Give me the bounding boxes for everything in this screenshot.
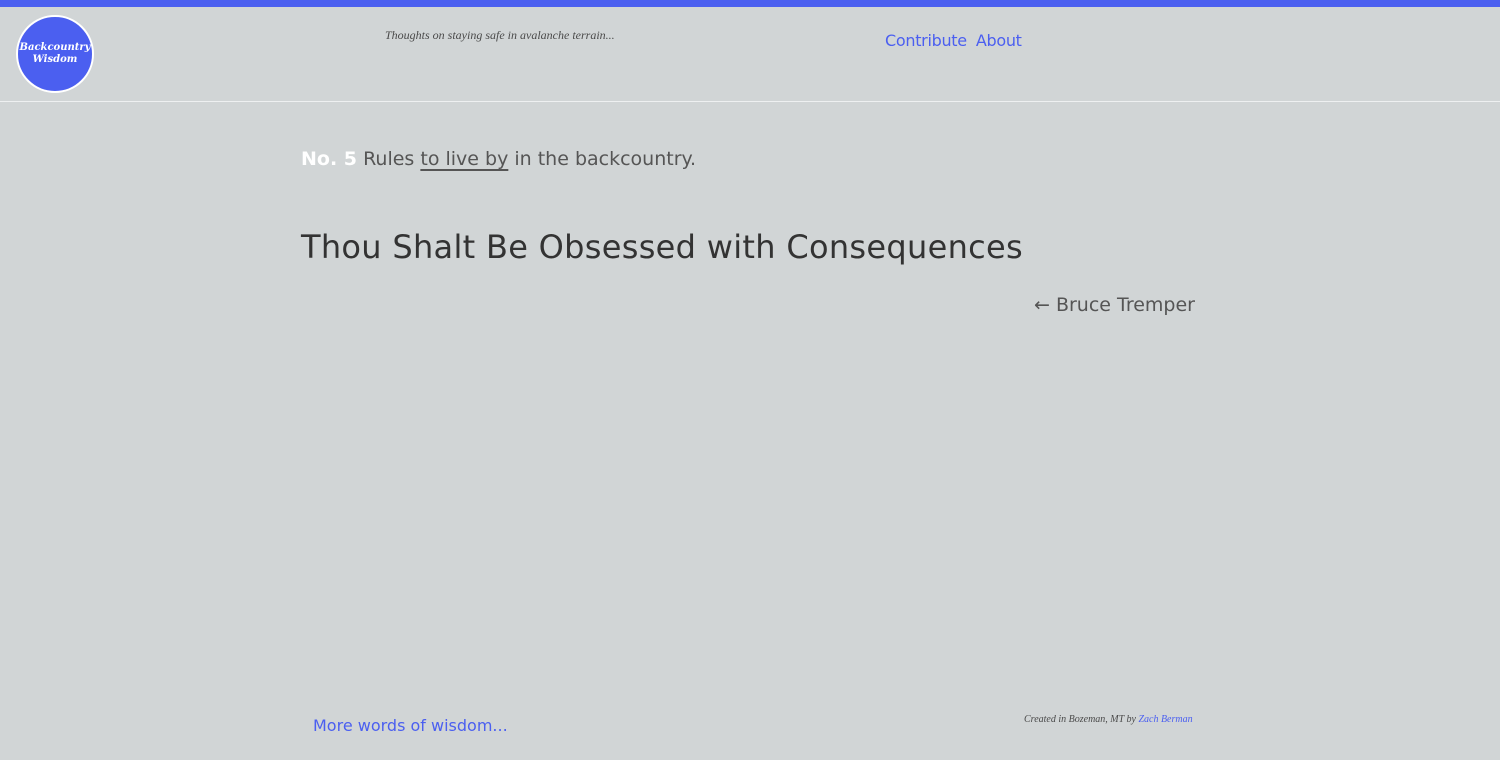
rule-heading: No. 5 Rules to live by in the backcountr…: [301, 148, 696, 170]
more-wisdom-link[interactable]: More words of wisdom...: [313, 716, 508, 735]
rule-text-underlined: to live by: [420, 148, 509, 170]
site-tagline: Thoughts on staying safe in avalanche te…: [385, 28, 615, 42]
quote-attribution: ← Bruce Tremper: [1034, 294, 1195, 316]
wisdom-headline: Thou Shalt Be Obsessed with Consequences: [301, 228, 1023, 266]
rule-text-before: Rules: [363, 148, 415, 170]
logo-line-1: Backcountry: [19, 42, 91, 53]
nav-about-link[interactable]: About: [976, 31, 1022, 50]
rule-number: No. 5: [301, 148, 358, 170]
logo-line-2: Wisdom: [32, 54, 78, 65]
credits-text: Created in Bozeman, MT by: [1024, 714, 1136, 725]
site-logo[interactable]: Backcountry Wisdom: [16, 15, 94, 93]
nav-contribute-link[interactable]: Contribute: [885, 31, 967, 50]
main-nav: Contribute About: [885, 31, 1022, 50]
footer-credits: Created in Bozeman, MT by Zach Berman: [1024, 714, 1193, 725]
rule-text-after: in the backcountry.: [514, 148, 697, 170]
top-accent-bar: [0, 0, 1500, 7]
site-header: Backcountry Wisdom Thoughts on staying s…: [0, 7, 1500, 102]
author-link[interactable]: Zach Berman: [1138, 714, 1192, 725]
